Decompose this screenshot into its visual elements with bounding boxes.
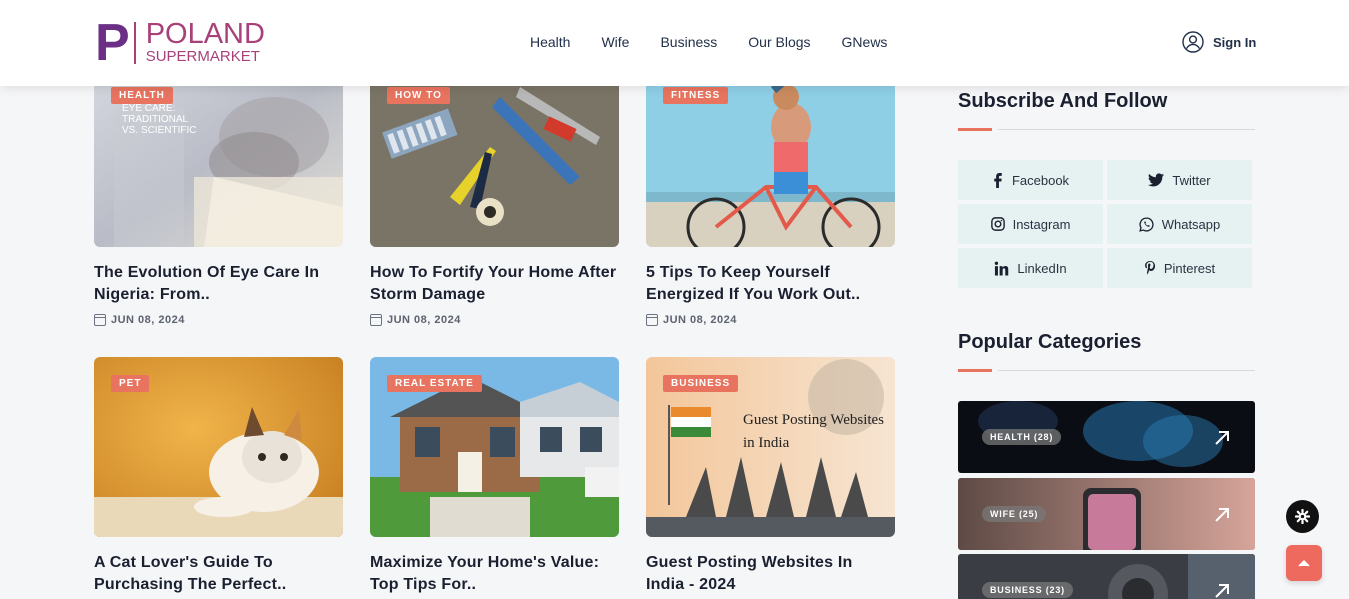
category-badge[interactable]: HEALTH [111, 87, 173, 104]
sign-in-button[interactable]: Sign In [1182, 31, 1256, 53]
post-thumbnail[interactable]: HOW TO [370, 67, 619, 247]
post-thumbnail[interactable]: Guest Posting Websites in India BUSINESS [646, 357, 895, 537]
logo-letter: P [95, 14, 130, 72]
overlay-line: in India [743, 435, 790, 451]
post-title[interactable]: How To Fortify Your Home After Storm Dam… [370, 262, 619, 306]
section-divider [958, 369, 1255, 373]
arrow-up-right-icon [1215, 508, 1229, 522]
post-card[interactable]: HOW TO How To Fortify Your Home After St… [370, 67, 619, 326]
site-header: P POLAND SUPERMARKET Health Wife Busines… [0, 0, 1349, 86]
post-thumbnail[interactable]: FITNESS [646, 67, 895, 247]
instagram-icon [990, 217, 1005, 231]
pinterest-button[interactable]: Pinterest [1107, 248, 1252, 288]
post-card[interactable]: REAL ESTATE Maximize Your Home's Value: … [370, 357, 619, 596]
post-date: JUN 08, 2024 [646, 314, 895, 326]
overlay-line: EYE CARE: [122, 103, 175, 114]
main-nav: Health Wife Business Our Blogs GNews [530, 34, 887, 50]
social-links: Facebook Twitter Instagram Whatsapp Link… [958, 160, 1254, 288]
whatsapp-icon [1138, 216, 1154, 232]
arrow-up-right-icon [1215, 431, 1229, 445]
chevron-up-icon [1298, 559, 1310, 567]
category-badge[interactable]: FITNESS [663, 87, 729, 104]
sign-in-label: Sign In [1213, 34, 1257, 50]
post-card[interactable]: Guest Posting Websites in India BUSINESS… [646, 357, 895, 596]
user-icon [1182, 31, 1204, 53]
post-card[interactable]: FITNESS 5 Tips To Keep Yourself Energize… [646, 67, 895, 326]
post-title[interactable]: Guest Posting Websites In India - 2024 [646, 552, 895, 596]
category-badge[interactable]: REAL ESTATE [387, 375, 482, 392]
logo-divider [133, 22, 136, 64]
calendar-icon [646, 314, 658, 326]
category-badge[interactable]: PET [111, 375, 150, 392]
linkedin-button[interactable]: LinkedIn [958, 248, 1103, 288]
category-label: BUSINESS (23) [982, 582, 1073, 598]
logo-subname: SUPERMARKET [145, 48, 260, 65]
overlay-line: Guest Posting Websites [743, 412, 884, 428]
post-thumbnail[interactable]: EYE CARE: TRADITIONAL VS. SCIENTIFIC HEA… [94, 67, 343, 247]
category-label: WIFE (25) [982, 506, 1047, 522]
categories-title: Popular Categories [958, 331, 1142, 353]
twitter-icon [1148, 173, 1165, 187]
calendar-icon [370, 314, 382, 326]
nav-wife[interactable]: Wife [601, 34, 629, 50]
instagram-button[interactable]: Instagram [958, 204, 1103, 244]
linkedin-icon [995, 261, 1009, 276]
post-title[interactable]: 5 Tips To Keep Yourself Energized If You… [646, 262, 895, 306]
logo-name: POLAND [145, 18, 265, 50]
pinterest-icon [1144, 260, 1155, 274]
post-thumbnail[interactable]: REAL ESTATE [370, 357, 619, 537]
gear-icon [1295, 509, 1310, 524]
whatsapp-button[interactable]: Whatsapp [1107, 204, 1252, 244]
post-thumbnail[interactable]: PET [94, 357, 343, 537]
overlay-line: VS. SCIENTIFIC [122, 125, 196, 136]
scroll-to-top-button[interactable] [1286, 545, 1322, 581]
calendar-icon [94, 314, 106, 326]
overlay-line: TRADITIONAL [122, 114, 189, 125]
post-title[interactable]: The Evolution Of Eye Care In Nigeria: Fr… [94, 262, 343, 306]
category-badge[interactable]: BUSINESS [663, 375, 739, 392]
category-business[interactable]: BUSINESS (23) [958, 554, 1255, 599]
nav-health[interactable]: Health [530, 34, 570, 50]
post-date: JUN 08, 2024 [370, 314, 619, 326]
twitter-button[interactable]: Twitter [1107, 160, 1252, 200]
facebook-icon [994, 172, 1002, 188]
site-logo[interactable]: P POLAND SUPERMARKET [95, 14, 265, 72]
post-title[interactable]: Maximize Your Home's Value: Top Tips For… [370, 552, 619, 596]
post-title[interactable]: A Cat Lover's Guide To Purchasing The Pe… [94, 552, 343, 596]
post-date: JUN 08, 2024 [94, 314, 343, 326]
page: P POLAND SUPERMARKET Health Wife Busines… [0, 0, 1349, 599]
settings-button[interactable] [1286, 500, 1319, 533]
facebook-button[interactable]: Facebook [958, 160, 1103, 200]
arrow-up-right-icon [1215, 584, 1229, 598]
post-card[interactable]: EYE CARE: TRADITIONAL VS. SCIENTIFIC HEA… [94, 67, 343, 326]
nav-our-blogs[interactable]: Our Blogs [748, 34, 810, 50]
subscribe-title: Subscribe And Follow [958, 90, 1168, 112]
category-badge[interactable]: HOW TO [387, 87, 450, 104]
category-health[interactable]: HEALTH (28) [958, 401, 1255, 473]
nav-gnews[interactable]: GNews [842, 34, 888, 50]
category-label: HEALTH (28) [982, 429, 1062, 445]
nav-business[interactable]: Business [660, 34, 717, 50]
category-wife[interactable]: WIFE (25) [958, 478, 1255, 550]
section-divider [958, 128, 1255, 132]
post-card[interactable]: PET A Cat Lover's Guide To Purchasing Th… [94, 357, 343, 596]
